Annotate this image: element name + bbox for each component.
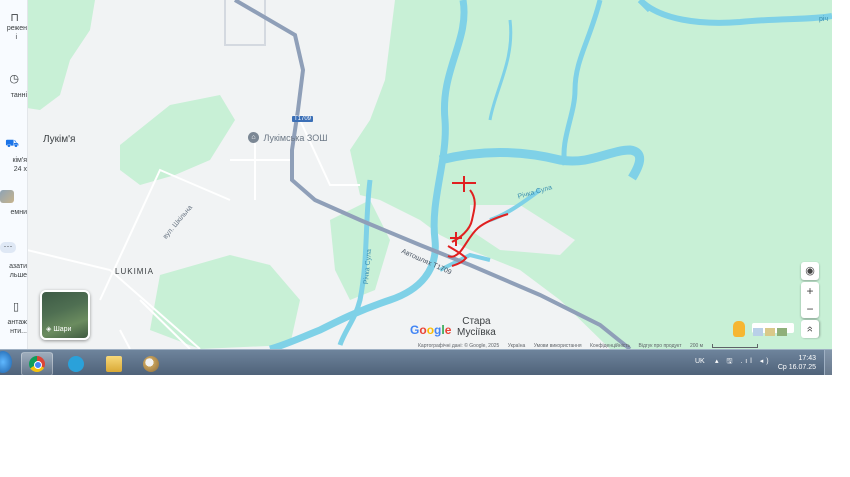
sidebar-place-label-2: 24 х <box>13 166 27 173</box>
more-icon: ··· <box>0 242 16 253</box>
sidebar-download-label-2: нти... <box>10 328 27 335</box>
start-button[interactable] <box>0 351 12 373</box>
expand-icon: » <box>804 325 816 333</box>
maps-sidebar: ⊓ режен і ◷ танні ⛟ кім'я 24 х емни ··· … <box>0 0 28 349</box>
paint-icon <box>143 356 159 372</box>
label-school: Лукімська ЗОШ <box>263 132 328 143</box>
place-thumbnail <box>0 190 14 203</box>
label-stara-line2: Мусіївка <box>457 327 496 338</box>
zoom-controls: + − <box>801 282 819 318</box>
history-icon: ◷ <box>9 73 19 85</box>
download-icon: ▯ <box>12 301 19 313</box>
school-icon: ⌂ <box>248 132 259 144</box>
file-explorer-icon <box>106 356 122 372</box>
taskbar-paint[interactable] <box>135 352 167 375</box>
expand-button[interactable]: » <box>801 320 819 338</box>
zoom-out-button[interactable]: − <box>801 300 819 318</box>
zoom-in-button[interactable]: + <box>801 282 819 300</box>
label-lukimia: Лукім'я <box>43 134 76 145</box>
layers-button[interactable]: ◈ Шари <box>40 290 90 340</box>
my-location-icon: ◉ <box>805 265 815 277</box>
label-lukimia-latin: LUKIMIA <box>115 267 155 276</box>
my-location-button[interactable]: ◉ <box>801 262 819 280</box>
clock[interactable]: 17:43 Ср 16.07.25 <box>778 354 816 372</box>
sidebar-saved-label-2: і <box>15 34 17 41</box>
map-graphics <box>27 0 832 349</box>
sidebar-item-download[interactable]: ▯ антаж нти... <box>0 301 27 336</box>
sidebar-saved-label-1: режен <box>6 25 27 32</box>
clock-date: Ср 16.07.25 <box>777 364 816 371</box>
sidebar-recent-label: танні <box>10 92 27 99</box>
windows-taskbar: UK ▴ 🖫 .ıl ◂) 17:43 Ср 16.07.25 <box>0 349 832 375</box>
screen: Лукім'я LUKIMIA ⌂ Лукімська ЗОШ Т1709 Ав… <box>0 0 832 375</box>
google-logo: Google <box>410 323 452 337</box>
sidebar-item-recent[interactable]: ◷ танні <box>0 73 27 100</box>
sidebar-item-saved[interactable]: ⊓ режен і <box>0 12 27 42</box>
taskbar-telegram[interactable] <box>60 352 92 375</box>
taskbar-chrome[interactable] <box>21 352 53 375</box>
label-stara-line1: Стара <box>462 316 491 327</box>
show-desktop-button[interactable] <box>824 350 832 375</box>
chrome-center <box>34 361 42 369</box>
sidebar-place-label-1: кім'я <box>12 157 27 164</box>
sidebar-place2-label: емни <box>10 209 27 216</box>
road-badge: Т1709 <box>292 116 314 122</box>
clock-time: 17:43 <box>798 355 816 362</box>
layers-label: Шари <box>53 326 72 333</box>
pegman-icon[interactable] <box>733 321 745 337</box>
label-stara: Стара Мусіївка <box>457 316 496 338</box>
language-indicator[interactable]: UK <box>695 358 705 365</box>
sidebar-more-label-2: льше <box>9 272 27 279</box>
sidebar-item-place[interactable]: ⛟ кім'я 24 х <box>0 138 27 174</box>
sidebar-more-label-1: азати <box>9 263 27 270</box>
sidebar-download-label-1: антаж <box>7 319 27 326</box>
sidebar-item-place-2[interactable]: емни <box>0 190 27 217</box>
system-tray-icons[interactable]: ▴ 🖫 .ıl ◂) <box>715 357 772 368</box>
car-icon: ⛟ <box>5 138 19 150</box>
sidebar-item-more[interactable]: ··· азати льше <box>0 236 27 280</box>
layers-icon: ◈ <box>46 326 52 333</box>
taskbar-explorer[interactable] <box>98 352 130 375</box>
telegram-icon <box>68 356 84 372</box>
bookmark-icon: ⊓ <box>10 12 19 24</box>
school-marker[interactable]: ⌂ Лукімська ЗОШ <box>248 129 328 147</box>
map-canvas[interactable]: Лукім'я LUKIMIA ⌂ Лукімська ЗОШ Т1709 Ав… <box>27 0 832 349</box>
imagery-thumbnails[interactable] <box>752 323 794 336</box>
label-river-top-right: річ <box>819 16 829 23</box>
